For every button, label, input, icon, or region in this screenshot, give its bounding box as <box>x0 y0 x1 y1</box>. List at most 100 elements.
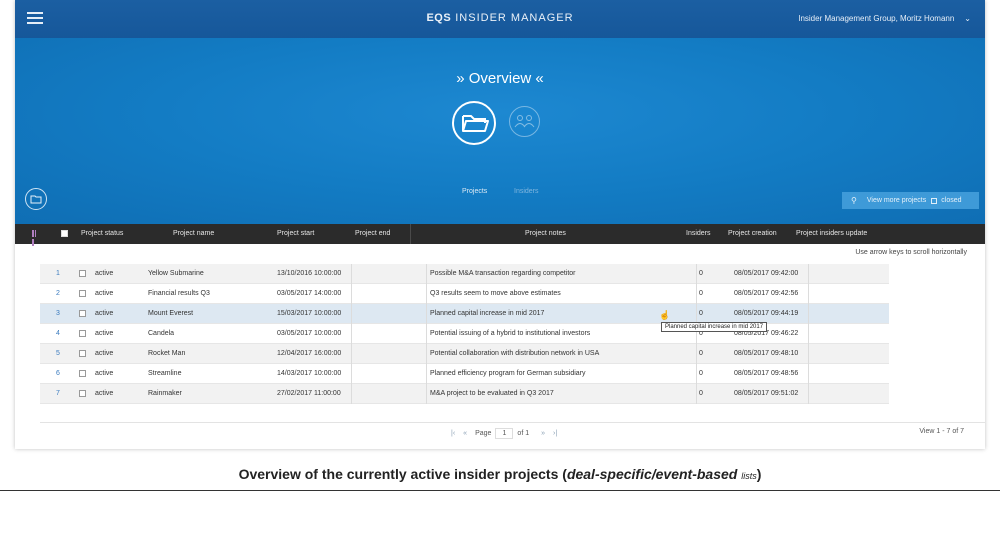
table-row[interactable]: 5 active Rocket Man 12/04/2017 16:00:00 Pote… <box>40 344 889 364</box>
cell-divider <box>426 364 427 384</box>
cell-divider <box>808 304 809 324</box>
nav-insiders-button[interactable] <box>509 106 540 137</box>
prev-page-icon[interactable]: « <box>463 430 467 437</box>
figure-caption: Overview of the currently active insider… <box>238 466 762 482</box>
cell-status: active <box>95 290 114 297</box>
table-body: 1 active Yellow Submarine 13/10/2016 10:00:… <box>40 264 889 404</box>
cell-insiders: 0 <box>699 390 703 397</box>
page-title: » Overview « <box>456 70 544 87</box>
cell-status: active <box>95 350 114 357</box>
row-number: 3 <box>56 310 60 317</box>
view-more-projects-button[interactable]: ⚲ View more projects closed <box>842 192 979 209</box>
cell-divider <box>351 304 352 324</box>
columns-icon[interactable] <box>32 230 39 246</box>
table-row[interactable]: 2 active Financial results Q3 03/05/2017 14… <box>40 284 889 304</box>
cell-divider <box>426 324 427 344</box>
cell-divider <box>426 344 427 364</box>
col-name[interactable]: Project name <box>173 230 214 237</box>
table-header: Project status Project name Project star… <box>15 224 985 246</box>
cell-notes: Potential collaboration with distributio… <box>430 350 600 357</box>
cell-divider <box>696 304 697 324</box>
cell-divider <box>696 344 697 364</box>
last-page-icon[interactable]: ›| <box>553 430 557 437</box>
cell-creation: 08/05/2017 09:48:10 <box>734 350 799 357</box>
cell-creation: 08/05/2017 09:42:56 <box>734 290 799 297</box>
col-notes[interactable]: Project notes <box>525 230 566 237</box>
row-checkbox[interactable] <box>79 290 86 297</box>
header-divider <box>410 224 411 244</box>
hero-panel: » Overview « Projects Insiders ⚲ View mo… <box>15 38 985 224</box>
cell-divider <box>351 284 352 304</box>
cell-start: 14/03/2017 10:00:00 <box>277 370 342 377</box>
cell-insiders: 0 <box>699 350 703 357</box>
folder-small-icon <box>30 195 42 204</box>
table-row[interactable]: 7 active Rainmaker 27/02/2017 11:00:00 M&A p… <box>40 384 889 404</box>
cell-status: active <box>95 310 114 317</box>
pagination: |‹ « Page 1 of 1 » ›| <box>451 428 558 439</box>
divider-line <box>0 490 1000 491</box>
cell-notes: M&A project to be evaluated in Q3 2017 <box>430 390 554 397</box>
cell-start: 27/02/2017 11:00:00 <box>277 390 341 397</box>
row-checkbox[interactable] <box>79 310 86 317</box>
col-end[interactable]: Project end <box>355 230 390 237</box>
hand-cursor-icon: ☝ <box>659 310 671 320</box>
col-insiders[interactable]: Insiders <box>686 230 711 237</box>
view-count: View 1 - 7 of 7 <box>919 428 964 435</box>
cell-insiders: 0 <box>699 290 703 297</box>
table-row[interactable]: 6 active Streamline 14/03/2017 10:00:00 Plan… <box>40 364 889 384</box>
cell-divider <box>808 364 809 384</box>
cell-start: 03/05/2017 14:00:00 <box>277 290 342 297</box>
cell-insiders: 0 <box>699 370 703 377</box>
row-number: 2 <box>56 290 60 297</box>
cell-creation: 08/05/2017 09:42:00 <box>734 270 799 277</box>
cell-divider <box>808 264 809 284</box>
row-number: 6 <box>56 370 60 377</box>
row-number: 5 <box>56 350 60 357</box>
user-menu[interactable]: Insider Management Group, Moritz Homann ⌄ <box>798 14 971 23</box>
cell-name: Rainmaker <box>148 390 182 397</box>
cell-divider <box>696 364 697 384</box>
cell-divider <box>351 384 352 404</box>
cell-insiders: 0 <box>699 270 703 277</box>
cell-notes: Potential issuing of a hybrid to institu… <box>430 330 591 337</box>
col-insiders-update[interactable]: Project insiders update <box>796 230 867 237</box>
row-number: 7 <box>56 390 60 397</box>
cell-divider <box>426 264 427 284</box>
row-checkbox[interactable] <box>79 350 86 357</box>
cell-start: 12/04/2017 16:00:00 <box>277 350 342 357</box>
col-start[interactable]: Project start <box>277 230 314 237</box>
cell-name: Candela <box>148 330 175 337</box>
closed-checkbox[interactable] <box>931 197 938 204</box>
scroll-hint: Use arrow keys to scroll horizontally <box>855 249 967 256</box>
col-creation[interactable]: Project creation <box>728 230 777 237</box>
cell-divider <box>808 344 809 364</box>
cell-notes: Q3 results seem to move above estimates <box>430 290 561 297</box>
cell-start: 15/03/2017 10:00:00 <box>277 310 342 317</box>
cell-status: active <box>95 390 114 397</box>
cell-status: active <box>95 270 114 277</box>
cell-creation: 08/05/2017 09:51:02 <box>734 390 799 397</box>
row-checkbox[interactable] <box>79 390 86 397</box>
page-input[interactable]: 1 <box>495 428 514 439</box>
cell-name: Financial results Q3 <box>148 290 210 297</box>
next-page-icon[interactable]: » <box>541 430 545 437</box>
cell-divider <box>808 284 809 304</box>
cell-notes: Possible M&A transaction regarding compe… <box>430 270 576 277</box>
divider <box>40 422 985 423</box>
folder-icon <box>462 115 489 132</box>
folder-add-icon[interactable] <box>25 188 47 210</box>
table-row[interactable]: 3 active Mount Everest 15/03/2017 10:00:00 P… <box>40 304 889 324</box>
cell-divider <box>351 264 352 284</box>
cell-creation: 08/05/2017 09:48:56 <box>734 370 799 377</box>
cell-name: Rocket Man <box>148 350 186 357</box>
table-row[interactable]: 1 active Yellow Submarine 13/10/2016 10:00:… <box>40 264 889 284</box>
row-number: 1 <box>56 270 60 277</box>
first-page-icon[interactable]: |‹ <box>451 430 455 437</box>
select-all-checkbox[interactable] <box>61 230 68 237</box>
col-status[interactable]: Project status <box>81 230 123 237</box>
nav-projects-button[interactable] <box>452 101 496 145</box>
cell-name: Streamline <box>148 370 182 377</box>
row-checkbox[interactable] <box>79 370 86 377</box>
row-checkbox[interactable] <box>79 330 86 337</box>
row-checkbox[interactable] <box>79 270 86 277</box>
